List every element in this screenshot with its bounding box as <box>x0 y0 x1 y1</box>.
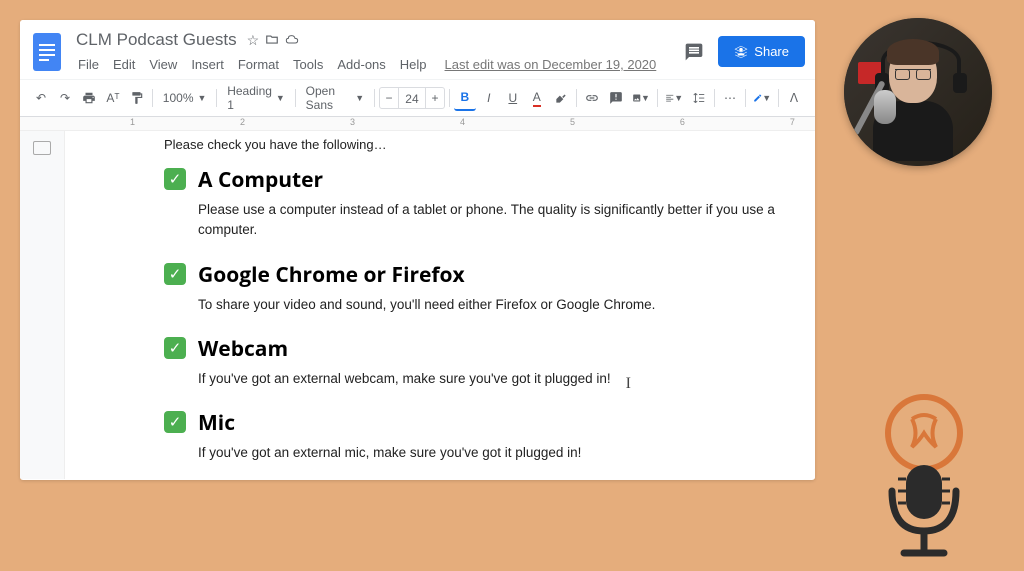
insert-link-icon[interactable] <box>581 85 603 111</box>
outline-toggle-icon[interactable] <box>33 141 51 155</box>
document-title[interactable]: CLM Podcast Guests <box>72 28 241 52</box>
intro-text: Please check you have the following… <box>164 137 785 152</box>
star-icon[interactable]: ☆ <box>247 32 260 49</box>
checklist-item: ✓ Mic If you've got an external mic, mak… <box>164 409 785 463</box>
bold-icon[interactable]: B <box>454 85 476 111</box>
header-right: Share <box>682 36 805 67</box>
align-icon[interactable]: ▼ <box>662 85 686 111</box>
font-size-value[interactable]: 24 <box>398 88 426 108</box>
cloud-icon[interactable] <box>285 32 301 49</box>
share-button[interactable]: Share <box>718 36 805 67</box>
collapse-icon[interactable]: ᐱ <box>783 85 805 111</box>
style-select[interactable]: Heading 1▼ <box>221 84 291 112</box>
item-title: Mic <box>198 409 785 437</box>
font-size-minus[interactable]: − <box>380 85 398 111</box>
item-title: Webcam <box>198 335 785 363</box>
highlight-icon[interactable] <box>550 85 572 111</box>
editing-mode-icon[interactable]: ▼ <box>750 85 774 111</box>
underline-icon[interactable]: U <box>502 85 524 111</box>
toolbar: ↶ ↷ Aᵀ 100%▼ Heading 1▼ Open Sans▼ − 24 … <box>20 79 815 117</box>
menu-help[interactable]: Help <box>394 54 433 75</box>
document-area: Please check you have the following… ✓ A… <box>20 131 815 479</box>
insert-image-icon[interactable]: ▼ <box>629 85 653 111</box>
document-page[interactable]: Please check you have the following… ✓ A… <box>64 131 815 479</box>
checkbox-icon: ✓ <box>164 168 186 190</box>
menu-file[interactable]: File <box>72 54 105 75</box>
text-cursor-icon <box>626 372 627 387</box>
menu-bar: File Edit View Insert Format Tools Add-o… <box>72 54 682 75</box>
italic-icon[interactable]: I <box>478 85 500 111</box>
item-title: Google Chrome or Firefox <box>198 261 785 289</box>
menu-tools[interactable]: Tools <box>287 54 329 75</box>
insert-comment-icon[interactable] <box>605 85 627 111</box>
menu-format[interactable]: Format <box>232 54 285 75</box>
font-size-plus[interactable]: + <box>426 85 444 111</box>
checklist-item: ✓ A Computer Please use a computer inste… <box>164 166 785 241</box>
share-label: Share <box>754 44 789 59</box>
more-icon[interactable]: ⋯ <box>719 85 741 111</box>
item-desc: If you've got an external mic, make sure… <box>198 443 785 463</box>
title-area: CLM Podcast Guests ☆ File Edit View Inse… <box>72 28 682 75</box>
podcast-logo-icon <box>864 391 984 561</box>
paint-format-icon[interactable] <box>126 85 148 111</box>
checklist-item: ✓ Google Chrome or Firefox To share your… <box>164 261 785 315</box>
menu-edit[interactable]: Edit <box>107 54 141 75</box>
checklist-item: ✓ Webcam If you've got an external webca… <box>164 335 785 389</box>
print-icon[interactable] <box>78 85 100 111</box>
item-title: A Computer <box>198 166 785 194</box>
last-edit-link[interactable]: Last edit was on December 19, 2020 <box>445 57 657 72</box>
webcam-overlay <box>844 18 992 166</box>
item-desc: To share your video and sound, you'll ne… <box>198 295 785 315</box>
undo-icon[interactable]: ↶ <box>30 85 52 111</box>
comments-icon[interactable] <box>682 40 706 64</box>
outline-sidebar <box>20 131 64 479</box>
docs-file-icon[interactable] <box>30 30 64 74</box>
checkbox-icon: ✓ <box>164 337 186 359</box>
google-docs-window: CLM Podcast Guests ☆ File Edit View Inse… <box>20 20 815 480</box>
item-desc: Please use a computer instead of a table… <box>198 200 785 241</box>
menu-addons[interactable]: Add-ons <box>331 54 391 75</box>
redo-icon[interactable]: ↷ <box>54 85 76 111</box>
spellcheck-icon[interactable]: Aᵀ <box>102 85 124 111</box>
zoom-select[interactable]: 100%▼ <box>157 91 213 105</box>
ruler[interactable]: 1 2 3 4 5 6 7 <box>20 117 815 131</box>
checkbox-icon: ✓ <box>164 263 186 285</box>
move-icon[interactable] <box>265 32 279 49</box>
checkbox-icon: ✓ <box>164 411 186 433</box>
menu-view[interactable]: View <box>143 54 183 75</box>
font-size-control: − 24 + <box>379 87 445 109</box>
menu-insert[interactable]: Insert <box>185 54 230 75</box>
line-spacing-icon[interactable] <box>688 85 710 111</box>
font-select[interactable]: Open Sans▼ <box>300 84 371 112</box>
text-color-icon[interactable]: A <box>526 85 548 111</box>
header-bar: CLM Podcast Guests ☆ File Edit View Inse… <box>20 20 815 75</box>
item-desc: If you've got an external webcam, make s… <box>198 369 785 389</box>
